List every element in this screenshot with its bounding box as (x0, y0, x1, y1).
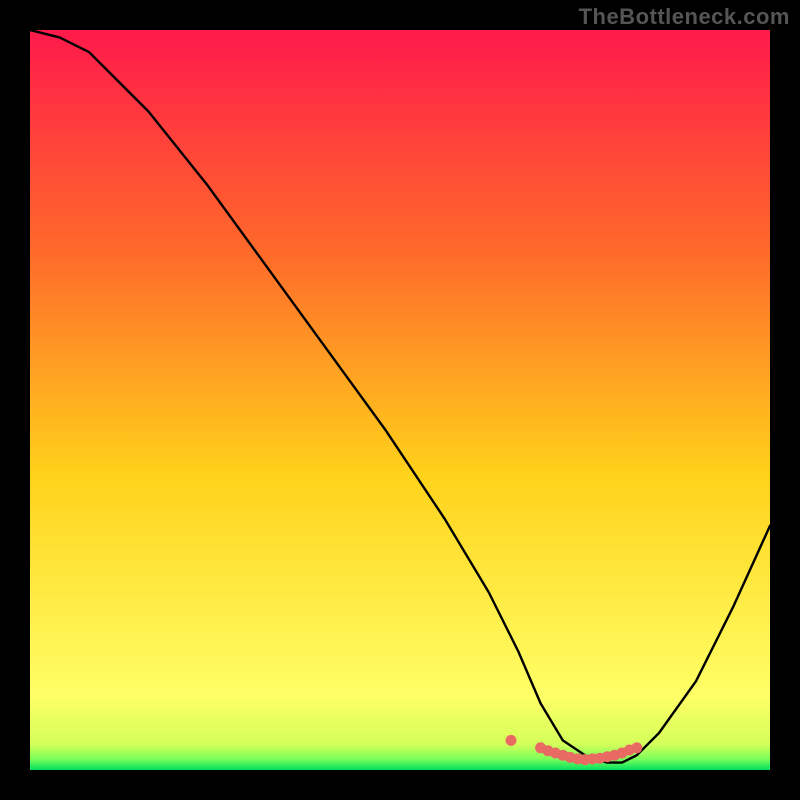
watermark-text: TheBottleneck.com (579, 4, 790, 30)
highlight-marker (631, 742, 642, 753)
chart-svg (30, 30, 770, 770)
highlight-marker (506, 735, 517, 746)
plot-area (30, 30, 770, 770)
chart-container: TheBottleneck.com (0, 0, 800, 800)
